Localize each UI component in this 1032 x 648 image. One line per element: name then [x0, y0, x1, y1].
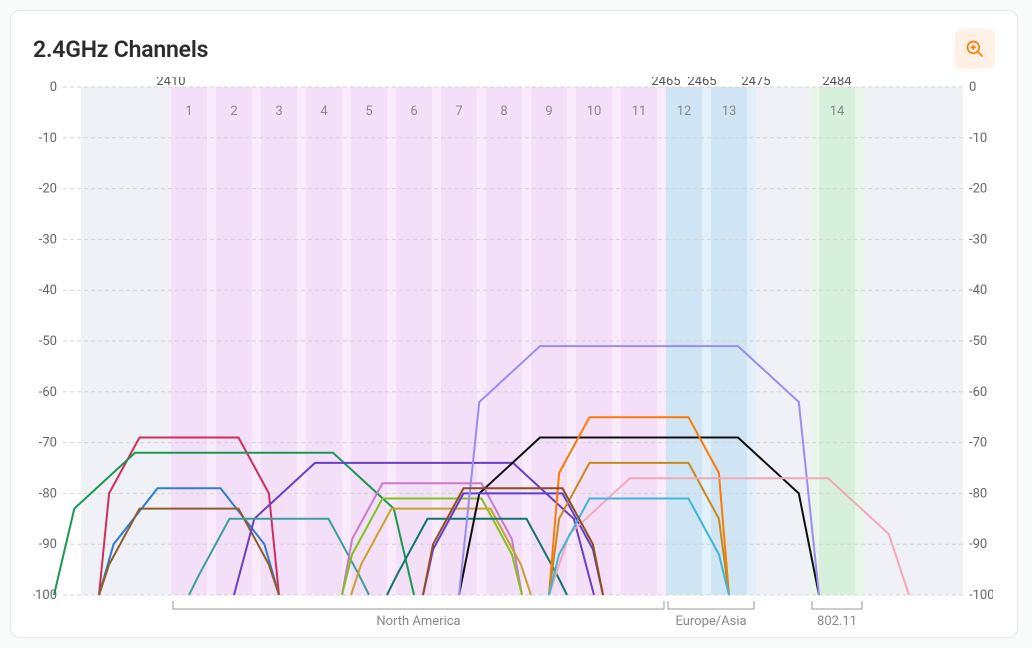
- channel-label-5: 5: [365, 104, 372, 119]
- ytick-right: -50: [969, 334, 987, 349]
- ytick-right: -90: [969, 537, 987, 552]
- ytick-right: -70: [969, 436, 987, 451]
- region-label: Europe/Asia: [675, 614, 746, 629]
- ytick-left: -10: [39, 131, 57, 146]
- chart-title: 2.4GHz Channels: [33, 36, 208, 63]
- freq-marker: 2410: [156, 77, 185, 89]
- chart-svg: 0 0 -10 -10 -20 -20 -30 -30 -40 -40 -50 -50 -60 -60 -7…: [33, 77, 993, 637]
- channel-label-14: 14: [830, 104, 845, 119]
- ytick-left: -40: [39, 283, 57, 298]
- zoom-reset-button[interactable]: [955, 29, 995, 69]
- region-bracket: [812, 601, 862, 609]
- freq-marker: 2475: [741, 77, 770, 89]
- ytick-left: -60: [39, 385, 57, 400]
- channel-label-6: 6: [410, 104, 417, 119]
- chart-card: 2.4GHz Channels 0 0 -10 -10 -20 -20 -30 -30 -40 -…: [10, 10, 1018, 638]
- channel-label-1: 1: [185, 104, 192, 119]
- channel-label-12: 12: [677, 104, 692, 119]
- channel-label-4: 4: [320, 104, 328, 119]
- region-label: North America: [376, 614, 460, 629]
- ytick-left: -90: [39, 537, 57, 552]
- channel-label-13: 13: [722, 104, 737, 119]
- channel-label-10: 10: [587, 104, 602, 119]
- freq-marker: 2465: [687, 77, 716, 89]
- zoom-in-icon: [965, 39, 985, 59]
- ytick-left: -20: [39, 182, 57, 197]
- ytick-right: -80: [969, 486, 987, 501]
- region-bracket: [173, 601, 664, 609]
- freq-marker: 2465: [651, 77, 680, 89]
- card-header: 2.4GHz Channels: [33, 29, 995, 69]
- channel-label-8: 8: [500, 104, 507, 119]
- ytick-right: -100: [969, 588, 993, 603]
- channel-label-2: 2: [230, 104, 237, 119]
- channel-label-9: 9: [545, 104, 552, 119]
- ytick-right: 0: [969, 80, 976, 95]
- channel-label-11: 11: [632, 104, 647, 119]
- ytick-right: -40: [969, 283, 987, 298]
- ytick-right: -60: [969, 385, 987, 400]
- ytick-left: -70: [39, 436, 57, 451]
- ytick-right: -30: [969, 232, 987, 247]
- ytick-right: -10: [969, 131, 987, 146]
- ytick-left: 0: [50, 80, 57, 95]
- region-label: 802.11: [817, 614, 857, 629]
- ytick-left: -100: [33, 588, 57, 603]
- ytick-left: -50: [39, 334, 57, 349]
- chart-area[interactable]: 0 0 -10 -10 -20 -20 -30 -30 -40 -40 -50 -50 -60 -60 -7…: [33, 77, 993, 637]
- channel-label-3: 3: [275, 104, 282, 119]
- ytick-right: -20: [969, 182, 987, 197]
- ytick-left: -80: [39, 486, 57, 501]
- channel-label-7: 7: [455, 104, 462, 119]
- ytick-left: -30: [39, 232, 57, 247]
- region-bracket: [668, 601, 754, 609]
- freq-marker: 2484: [822, 77, 852, 89]
